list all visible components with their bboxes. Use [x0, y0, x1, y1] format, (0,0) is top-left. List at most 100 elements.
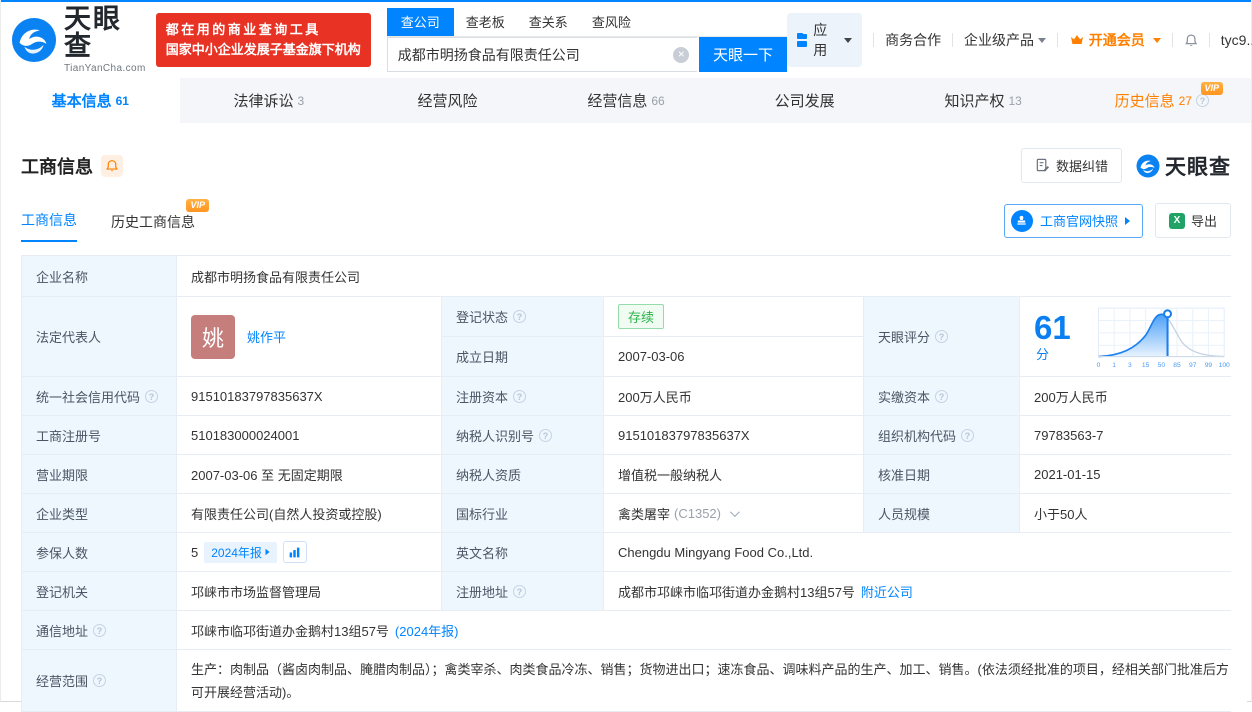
tianyancha-swirl-icon	[11, 17, 57, 63]
search-tab-company[interactable]: 查公司	[386, 8, 454, 36]
field-label: 国标行业	[442, 494, 603, 532]
crown-icon	[1069, 32, 1085, 48]
section-nav: 基本信息 61 法律诉讼 3 经营风险 经营信息 66 公司发展 知识产权 13…	[1, 78, 1251, 123]
svg-text:0: 0	[1097, 361, 1101, 368]
tab-label: 经营信息	[587, 93, 648, 110]
notification-bell-icon[interactable]	[1184, 32, 1198, 49]
field-label: 登记状态	[442, 297, 603, 336]
field-label: 注册地址	[442, 572, 603, 610]
chevron-down-icon[interactable]	[729, 506, 740, 517]
export-button[interactable]: 导出	[1154, 203, 1231, 238]
field-label: 组织机构代码	[864, 416, 1019, 454]
company-type-value: 有限责任公司(自然人投资或控股)	[177, 494, 441, 532]
data-correction-button[interactable]: 数据纠错	[1020, 148, 1122, 183]
insured-count-cell: 5 2024年报	[177, 533, 441, 571]
help-icon[interactable]	[961, 428, 975, 442]
bell-icon	[105, 159, 119, 173]
tab-count: 27	[1178, 94, 1192, 108]
annual-report-link[interactable]: (2024年报)	[395, 621, 459, 640]
search-area: 查公司 查老板 查关系 查风险 天眼一下	[386, 8, 787, 72]
help-icon[interactable]	[539, 428, 553, 442]
tianyancha-swirl-icon	[1136, 154, 1160, 178]
watermark-text: 天眼查	[1165, 155, 1231, 179]
tab-history-info[interactable]: VIP 历史信息 27	[1072, 78, 1251, 123]
help-icon[interactable]	[513, 310, 527, 323]
nearby-companies-link[interactable]: 附近公司	[861, 582, 913, 601]
mail-address-cell: 邛崃市临邛街道办金鹅村13组57号 (2024年报)	[177, 611, 1247, 649]
help-icon[interactable]	[513, 584, 527, 598]
annual-report-link[interactable]: 2024年报	[204, 541, 277, 563]
tab-label: 经营风险	[417, 93, 478, 110]
edit-doc-icon	[1035, 158, 1050, 173]
header: 天眼查 TianYanCha.com 都在用的商业查询工具 国家中小企业发展子基…	[1, 2, 1252, 78]
divider	[1208, 33, 1210, 47]
tianyancha-logo[interactable]: 天眼查 TianYanCha.com	[11, 6, 146, 74]
legal-rep-link[interactable]: 姚作平	[247, 327, 286, 346]
help-icon[interactable]	[145, 389, 159, 403]
clear-icon[interactable]	[673, 46, 690, 63]
snapshot-label: 工商官网快照	[1039, 214, 1118, 229]
top-right-menu: 应用 商务合作 企业级产品 开通会员 tyc9...	[786, 13, 1252, 67]
enterprise-products-menu[interactable]: 企业级产品	[964, 30, 1046, 50]
trend-chart-button[interactable]	[282, 541, 307, 563]
help-icon[interactable]	[935, 389, 949, 403]
field-label: 人员规模	[864, 494, 1019, 532]
search-tab-boss[interactable]: 查老板	[454, 8, 517, 36]
reg-status-value: 存续	[604, 297, 863, 336]
field-label: 登记机关	[22, 572, 176, 610]
svg-text:1: 1	[1112, 361, 1116, 368]
score-marker	[1162, 308, 1172, 318]
tab-basic-info[interactable]: 基本信息 61	[1, 78, 180, 123]
subtab-label: 历史工商信息	[111, 214, 195, 230]
watermark-logo: 天眼查	[1136, 151, 1231, 181]
svg-text:97: 97	[1189, 361, 1197, 368]
tab-intellectual-property[interactable]: 知识产权 13	[894, 78, 1073, 123]
field-label: 法定代表人	[22, 297, 176, 376]
tab-label: 知识产权	[944, 93, 1005, 110]
monitor-bell-button[interactable]	[101, 154, 123, 177]
help-icon[interactable]	[1195, 94, 1209, 107]
tab-label: 法律诉讼	[233, 93, 294, 110]
field-label: 纳税人资质	[442, 455, 603, 493]
tab-count: 61	[115, 94, 129, 108]
official-snapshot-button[interactable]: 工商官网快照	[1003, 203, 1143, 238]
field-label: 英文名称	[442, 533, 603, 571]
search-tab-risk[interactable]: 查风险	[580, 8, 643, 36]
user-account-menu[interactable]: tyc9...	[1221, 32, 1252, 48]
bar-chart-icon	[288, 546, 301, 559]
subtab-history-business-info[interactable]: VIP 历史工商信息	[111, 199, 209, 242]
help-icon[interactable]	[513, 389, 527, 403]
tab-count: 3	[297, 94, 305, 108]
main-content: 工商信息 数据纠错 天眼查 工商信息 VIP 历史工商信息 工商官网快照 X 导…	[1, 148, 1251, 712]
field-label: 核准日期	[864, 455, 1019, 493]
search-input[interactable]	[386, 37, 698, 72]
svg-text:50: 50	[1158, 361, 1166, 368]
help-icon[interactable]	[93, 623, 107, 637]
avatar[interactable]: 姚	[191, 314, 235, 359]
score-value: 61	[1034, 308, 1071, 346]
tab-operation-info[interactable]: 经营信息 66	[537, 78, 716, 123]
chevron-down-icon	[1152, 37, 1161, 43]
field-label: 实缴资本	[864, 377, 1019, 415]
logo-text: 天眼查	[64, 4, 122, 61]
score-cell[interactable]: 61分 0 1 3 15 50 85 97 99 100	[1020, 297, 1247, 376]
tab-company-development[interactable]: 公司发展	[715, 78, 894, 123]
help-icon[interactable]	[93, 674, 107, 687]
field-label: 统一社会信用代码	[22, 377, 176, 415]
search-button[interactable]: 天眼一下	[699, 37, 787, 72]
search-tab-relation[interactable]: 查关系	[517, 8, 580, 36]
section-title: 工商信息	[21, 156, 93, 177]
open-vip-menu[interactable]: 开通会员	[1069, 30, 1161, 50]
divider	[952, 33, 953, 47]
biz-cooperation-link[interactable]: 商务合作	[885, 30, 941, 50]
subtab-business-info[interactable]: 工商信息	[21, 210, 77, 242]
tab-count: 66	[651, 94, 665, 108]
field-label: 工商注册号	[22, 416, 176, 454]
org-code-value: 79783563-7	[1020, 416, 1247, 454]
tab-operation-risk[interactable]: 经营风险	[358, 78, 537, 123]
term-value: 2007-03-06 至 无固定期限	[177, 455, 441, 493]
help-icon[interactable]	[935, 330, 949, 343]
tab-legal-litigation[interactable]: 法律诉讼 3	[180, 78, 359, 123]
apps-menu[interactable]: 应用	[786, 13, 863, 67]
reg-no-value: 510183000024001	[177, 416, 441, 454]
